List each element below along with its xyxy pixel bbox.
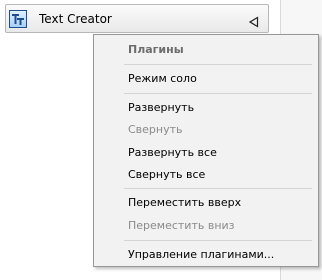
menu-header-plugins: Плагины <box>128 43 184 56</box>
collapse-arrow-icon[interactable] <box>248 13 260 28</box>
menu-item-solo-mode[interactable]: Режим соло <box>94 69 318 89</box>
menu-item-expand[interactable]: Развернуть <box>94 98 318 118</box>
menu-item-collapse: Свернуть <box>128 123 183 136</box>
text-creator-icon <box>9 9 27 28</box>
menu-separator <box>124 93 312 94</box>
menu-item-move-up[interactable]: Переместить вверх <box>94 193 318 213</box>
menu-separator <box>124 188 312 189</box>
menu-item-collapse-all[interactable]: Свернуть все <box>94 165 318 185</box>
context-menu: Плагины Режим соло Развернуть Свернуть Р… <box>93 34 319 267</box>
menu-separator <box>124 240 312 241</box>
menu-item-move-down: Переместить вниз <box>128 219 235 232</box>
plugin-header[interactable]: Text Creator <box>5 4 269 33</box>
menu-item-manage-plugins[interactable]: Управление плагинами... <box>94 245 318 265</box>
menu-item-expand-all[interactable]: Развернуть все <box>94 143 318 163</box>
plugin-title: Text Creator <box>39 11 112 26</box>
menu-separator <box>124 64 312 65</box>
